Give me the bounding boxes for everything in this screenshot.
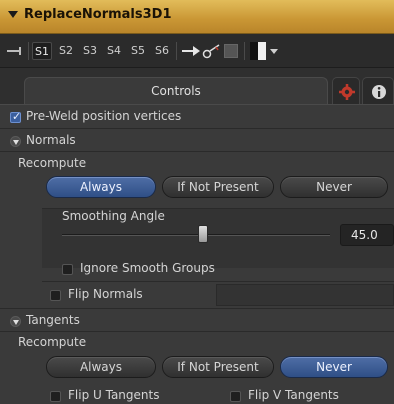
ignore-smooth-groups-label: Ignore Smooth Groups — [80, 261, 215, 275]
normals-expand-icon[interactable] — [10, 136, 21, 147]
flip-v-tangents-label: Flip V Tangents — [248, 388, 339, 402]
gear-icon — [339, 84, 355, 100]
normals-always-button[interactable]: Always — [46, 176, 156, 198]
tangents-if-not-present-button[interactable]: If Not Present — [162, 356, 274, 378]
smoothing-angle-input[interactable]: 45.0 — [340, 224, 394, 246]
flip-normals-checkbox[interactable] — [50, 290, 61, 301]
tangents-recompute-label: Recompute — [18, 335, 87, 349]
normals-never-button[interactable]: Never — [280, 176, 388, 198]
flip-normals-label: Flip Normals — [68, 287, 143, 301]
ignore-smooth-groups-checkbox[interactable] — [62, 264, 73, 275]
flip-v-tangents-checkbox[interactable] — [230, 391, 241, 402]
tab-info[interactable] — [362, 77, 394, 104]
pre-weld-checkbox[interactable] — [10, 110, 21, 123]
slot-s4-button[interactable]: S4 — [104, 42, 124, 60]
tab-settings[interactable] — [332, 77, 360, 104]
collapse-arrow-icon[interactable] — [8, 11, 18, 18]
tangents-expand-icon[interactable] — [10, 316, 21, 327]
key-icon[interactable] — [202, 43, 222, 59]
pin-arrow-icon[interactable] — [181, 45, 201, 57]
tabs-row: Controls — [0, 68, 394, 104]
save-preset-icon[interactable] — [224, 44, 238, 58]
slot-s1-button[interactable]: S1 — [32, 42, 52, 60]
tangents-never-button[interactable]: Never — [280, 356, 388, 378]
color-swatch-icon[interactable] — [250, 42, 266, 60]
toolbar: S1 S2 S3 S4 S5 S6 — [0, 34, 394, 68]
slot-s5-button[interactable]: S5 — [128, 42, 148, 60]
smoothing-angle-slider-track[interactable] — [62, 234, 330, 236]
smoothing-angle-slider-thumb[interactable] — [198, 225, 208, 243]
normals-recompute-label: Recompute — [18, 156, 87, 170]
pre-weld-label: Pre-Weld position vertices — [26, 109, 182, 123]
chevron-down-icon[interactable] — [270, 49, 278, 55]
slot-s3-button[interactable]: S3 — [80, 42, 100, 60]
tangents-header: Tangents — [26, 313, 80, 327]
normals-if-not-present-button[interactable]: If Not Present — [162, 176, 274, 198]
flip-normals-empty-field — [216, 284, 394, 306]
flip-u-tangents-label: Flip U Tangents — [68, 388, 160, 402]
smoothing-angle-label: Smoothing Angle — [62, 209, 165, 223]
slot-s6-button[interactable]: S6 — [152, 42, 172, 60]
tool-title-bar[interactable]: ReplaceNormals3D1 — [0, 0, 394, 34]
tab-controls[interactable]: Controls — [24, 77, 328, 104]
info-icon — [372, 85, 386, 99]
slot-s2-button[interactable]: S2 — [56, 42, 76, 60]
pin-icon[interactable] — [6, 46, 24, 56]
tangents-always-button[interactable]: Always — [46, 356, 156, 378]
tool-title: ReplaceNormals3D1 — [24, 7, 172, 22]
flip-u-tangents-checkbox[interactable] — [50, 391, 61, 402]
normals-header: Normals — [26, 133, 76, 147]
